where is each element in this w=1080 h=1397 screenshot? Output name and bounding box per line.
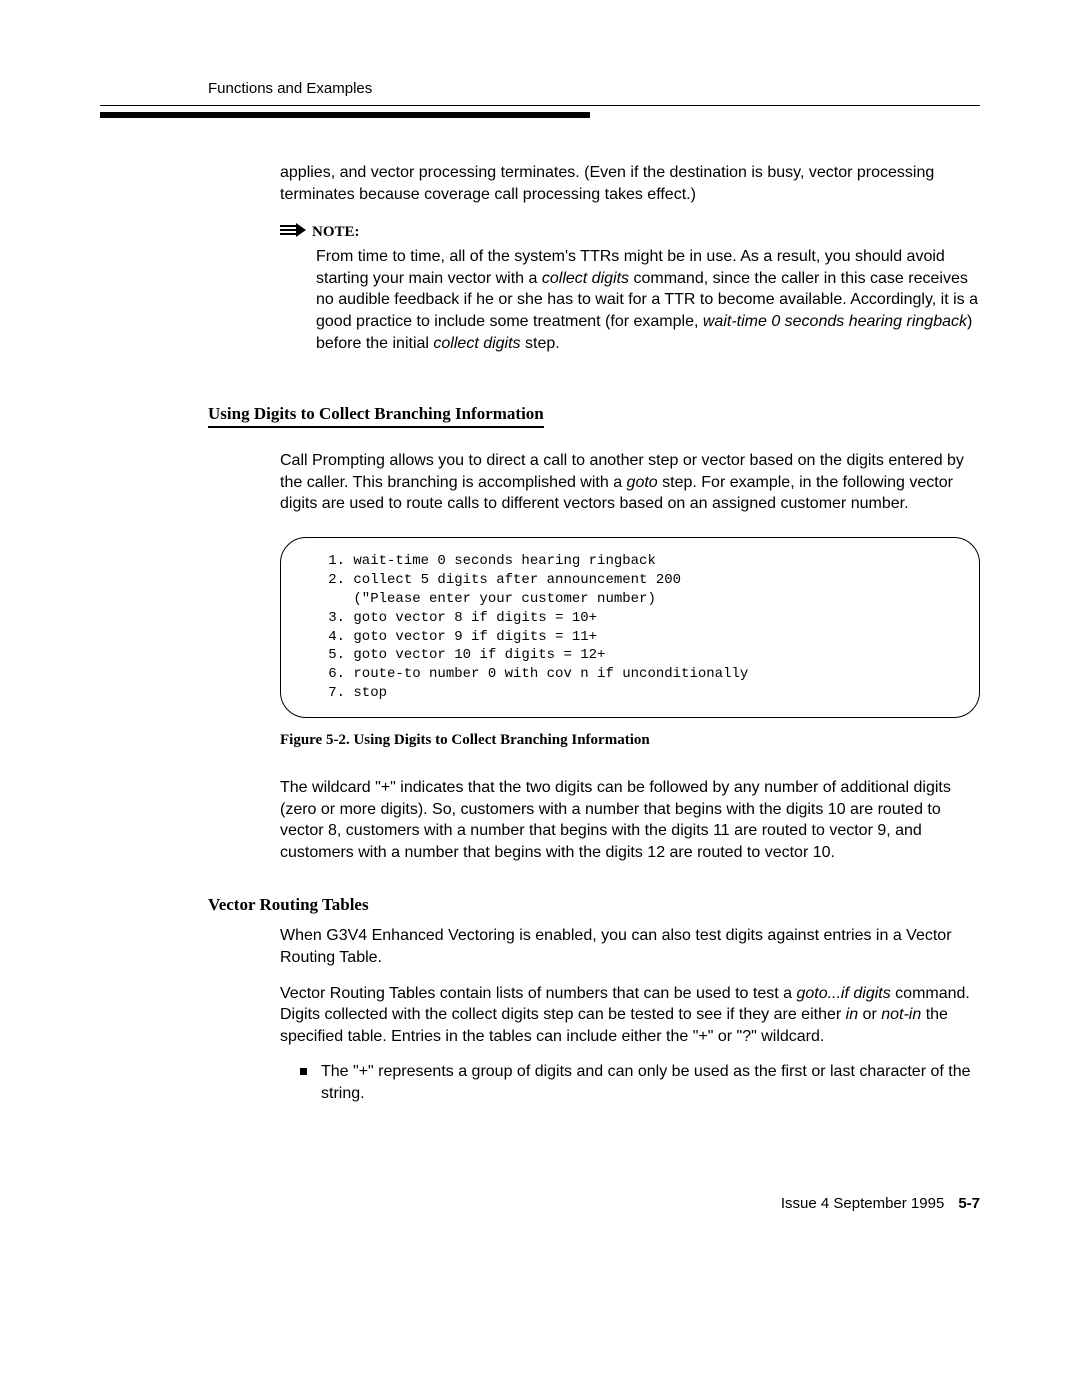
- note-body: From time to time, all of the system's T…: [316, 246, 980, 354]
- s2p2-ital3: not-in: [881, 1006, 921, 1023]
- note-text-d: step.: [521, 335, 560, 352]
- s2p2-ital2: in: [846, 1006, 858, 1023]
- section-heading-2: Vector Routing Tables: [208, 895, 980, 915]
- figure-caption: Figure 5-2. Using Digits to Collect Bran…: [280, 732, 980, 749]
- section2-para2: Vector Routing Tables contain lists of n…: [280, 983, 980, 1048]
- section-heading-1: Using Digits to Collect Branching Inform…: [208, 404, 544, 428]
- intro-paragraph: applies, and vector processing terminate…: [280, 162, 980, 205]
- section1-para2: The wildcard "+" indicates that the two …: [280, 777, 980, 863]
- note-ital-1: collect digits: [542, 270, 629, 287]
- bullet-text-1: The "+" represents a group of digits and…: [321, 1061, 980, 1104]
- note-arrow-icon: [280, 223, 306, 242]
- section1-para1: Call Prompting allows you to direct a ca…: [280, 450, 980, 515]
- note-ital-2: wait-time 0 seconds hearing ringback: [703, 313, 967, 330]
- s2p2-ital1: goto...if digits: [796, 985, 890, 1002]
- s1p1-ital: goto: [627, 474, 658, 491]
- bullet-item-1: The "+" represents a group of digits and…: [300, 1061, 980, 1104]
- code-listing: 1. wait-time 0 seconds hearing ringback …: [280, 537, 980, 718]
- section2-para1: When G3V4 Enhanced Vectoring is enabled,…: [280, 925, 980, 968]
- footer-page-number: 5-7: [958, 1195, 980, 1212]
- note-label: NOTE:: [312, 224, 360, 241]
- bullet-square-icon: [300, 1068, 307, 1075]
- rule-thin: [100, 105, 980, 106]
- running-header: Functions and Examples: [208, 80, 980, 97]
- footer-issue: Issue 4 September 1995: [781, 1195, 944, 1212]
- s2p2-a: Vector Routing Tables contain lists of n…: [280, 985, 796, 1002]
- note-ital-3: collect digits: [433, 335, 520, 352]
- page-footer: Issue 4 September 1995 5-7: [100, 1195, 980, 1212]
- s2p2-c: or: [858, 1006, 881, 1023]
